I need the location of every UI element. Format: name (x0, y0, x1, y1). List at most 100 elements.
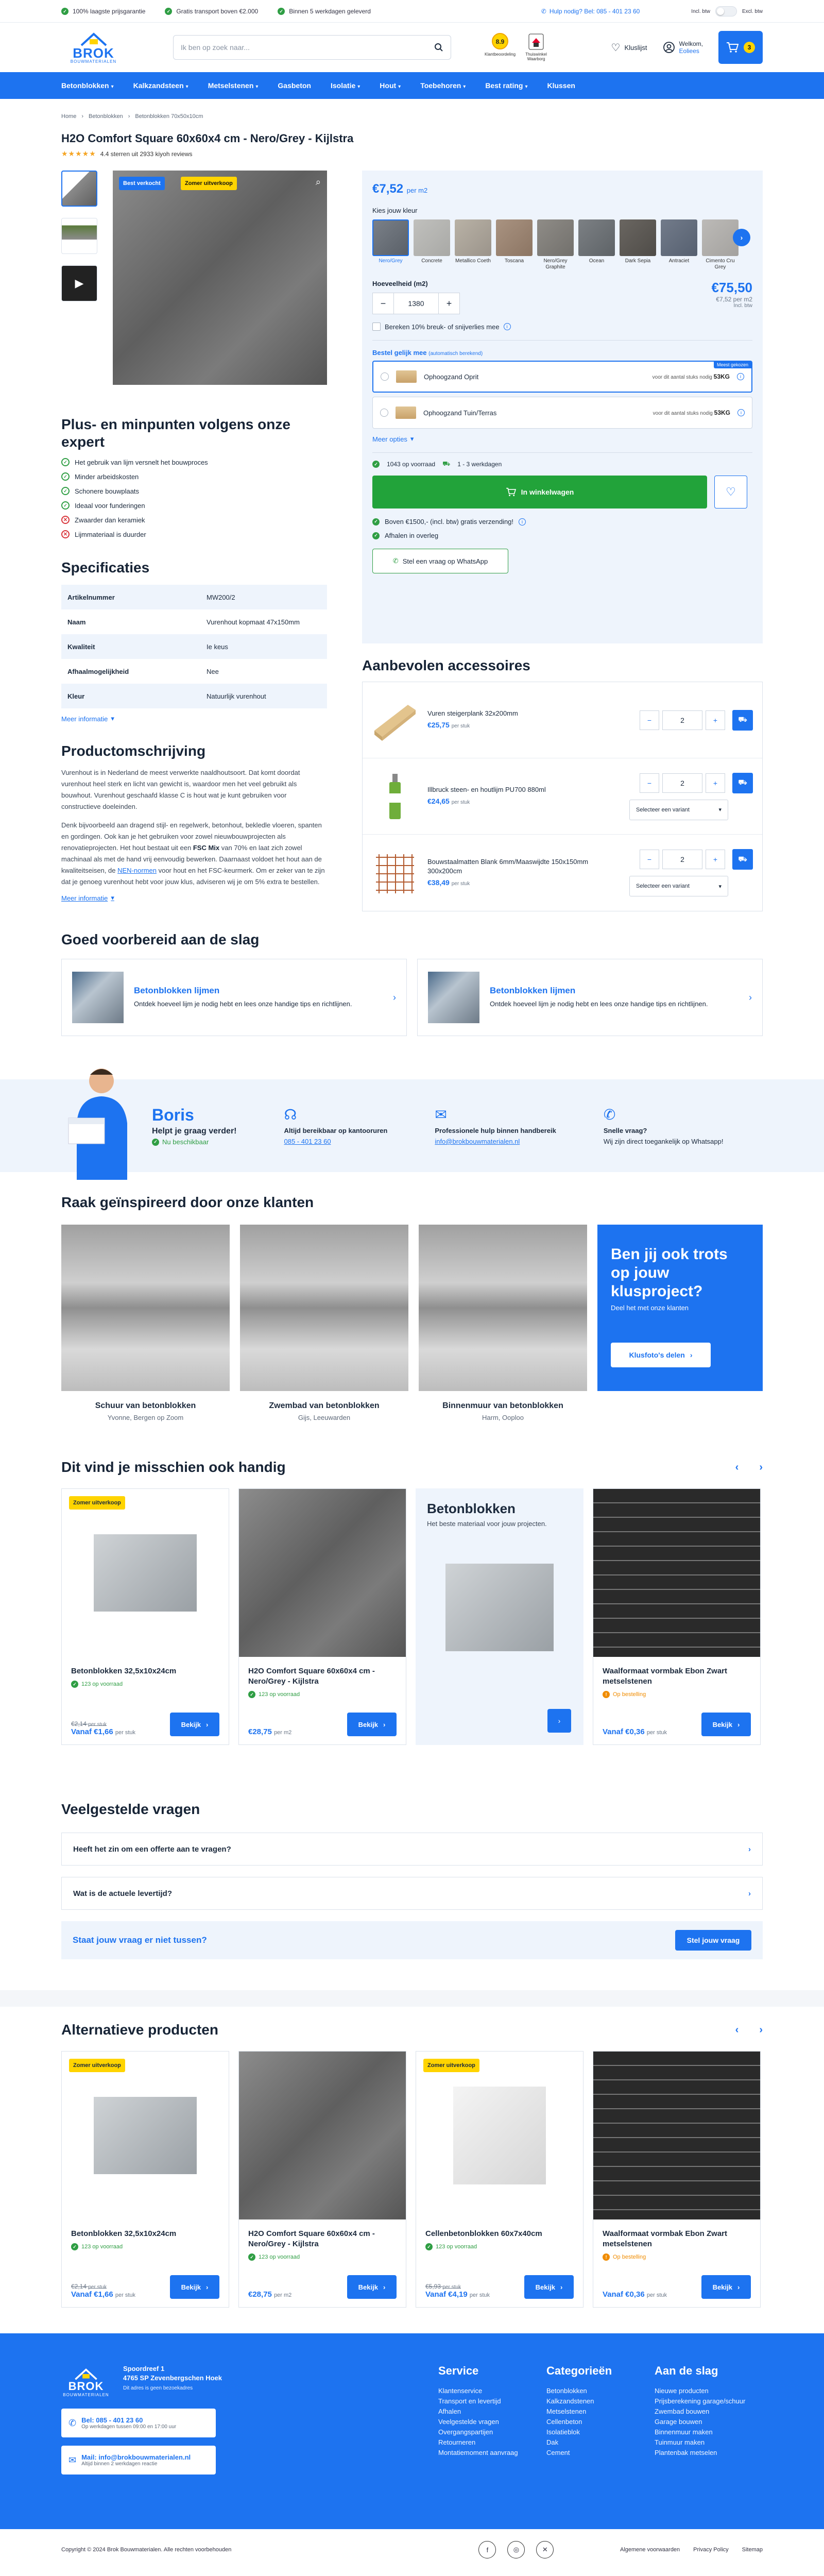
facebook-icon[interactable]: f (478, 2541, 496, 2558)
footer-logo[interactable]: BROK BOUWMATERIALEN (61, 2364, 111, 2400)
increase-button[interactable]: + (706, 773, 725, 793)
footer-link[interactable]: Klantenservice (438, 2386, 546, 2396)
nav-toebehoren[interactable]: Toebehoren ▾ (420, 81, 466, 90)
radio[interactable] (380, 409, 388, 417)
option-item[interactable]: Ophoogzand Tuin/Terras voor dit aantal s… (372, 397, 752, 429)
phone-link[interactable]: ✆ Hulp nodig? Bel: 085 - 401 23 60 (541, 8, 640, 15)
footer-link[interactable]: Transport en levertijd (438, 2396, 546, 2406)
color-option[interactable]: Nero/Grey (372, 219, 409, 270)
nav-kalkzandsteen[interactable]: Kalkzandsteen ▾ (133, 81, 188, 90)
product-card[interactable]: H2O Comfort Square 60x60x4 cm - Nero/Gre… (238, 1488, 406, 1745)
search-icon[interactable] (434, 43, 443, 52)
guide-card[interactable]: Betonblokken lijmen Ontdek hoeveel lijm j… (61, 959, 407, 1036)
checkbox[interactable] (372, 323, 381, 331)
nav-gasbeton[interactable]: Gasbeton (278, 81, 311, 90)
info-icon[interactable]: i (737, 409, 745, 416)
quantity-input[interactable]: 2 (662, 773, 702, 793)
sitemap-link[interactable]: Sitemap (742, 2547, 763, 2553)
variant-select[interactable]: Selecteer een variant ▾ (629, 799, 728, 820)
footer-link[interactable]: Zwembad bouwen (655, 2406, 763, 2417)
footer-link[interactable]: Dak (546, 2437, 655, 2448)
cart-button[interactable]: 3 (718, 31, 763, 64)
info-icon[interactable]: i (503, 323, 511, 330)
privacy-link[interactable]: Privacy Policy (693, 2547, 728, 2553)
increase-button[interactable]: + (706, 850, 725, 869)
view-button[interactable]: Bekijk › (170, 1713, 219, 1736)
nav-isolatie[interactable]: Isolatie ▾ (331, 81, 360, 90)
product-card[interactable]: Zomer uitverkoop Cellenbetonblokken 60x7x… (416, 2051, 583, 2308)
share-photos-button[interactable]: Klusfoto's delen › (611, 1343, 711, 1367)
info-icon[interactable]: i (737, 373, 744, 380)
thumbnail-2[interactable] (61, 218, 97, 254)
view-button[interactable]: Bekijk › (701, 1713, 751, 1736)
ask-question-button[interactable]: Stel jouw vraag (675, 1930, 751, 1951)
service-phone-link[interactable]: 085 - 401 23 60 (284, 1138, 388, 1145)
variant-select[interactable]: Selecteer een variant ▾ (629, 876, 728, 896)
footer-link[interactable]: Cellenbeton (546, 2417, 655, 2427)
thumbnail-1[interactable] (61, 171, 97, 207)
nen-link[interactable]: NEN-normen (117, 867, 157, 874)
wishlist-button[interactable]: ♡ Kluslijst (611, 41, 647, 54)
quantity-input[interactable]: 2 (662, 850, 702, 869)
product-card[interactable]: Waalformaat vormbak Ebon Zwart metselste… (593, 2051, 761, 2308)
inspiration-card[interactable]: Zwembad van betonblokken Gijs, Leeuwarden (240, 1225, 408, 1421)
footer-link[interactable]: Overgangspartijen (438, 2427, 546, 2437)
info-icon[interactable]: i (519, 518, 526, 526)
zoom-icon[interactable]: ⌕ (316, 177, 321, 188)
guide-card[interactable]: Betonblokken lijmen Ontdek hoeveel lijm j… (417, 959, 763, 1036)
product-card[interactable]: Waalformaat vormbak Ebon Zwart metselste… (593, 1488, 761, 1745)
increase-button[interactable]: + (706, 710, 725, 730)
breadcrumb-home[interactable]: Home (61, 113, 76, 120)
view-button[interactable]: Bekijk › (347, 1713, 397, 1736)
breakage-checkbox[interactable]: Bereken 10% breuk- of snijverlies mee i (372, 323, 752, 331)
product-card[interactable]: Zomer uitverkoop Betonblokken 32,5x10x24c… (61, 1488, 229, 1745)
view-button[interactable]: Bekijk › (170, 2275, 219, 2299)
decrease-button[interactable]: − (372, 293, 394, 314)
nav-klussen[interactable]: Klussen (547, 81, 575, 90)
account-button[interactable]: Welkom, Eoliees (663, 40, 703, 55)
view-button[interactable]: Bekijk › (701, 2275, 751, 2299)
color-option[interactable]: Concrete (414, 219, 450, 270)
footer-link[interactable]: Betonblokken (546, 2386, 655, 2396)
view-button[interactable]: Bekijk › (524, 2275, 574, 2299)
faq-item[interactable]: Wat is de actuele levertijd? › (61, 1877, 763, 1910)
thumbnail-video[interactable]: ▶ (61, 265, 97, 301)
more-options-link[interactable]: Meer opties ▾ (372, 435, 752, 443)
color-option[interactable]: Toscana (496, 219, 533, 270)
promo-button[interactable]: › (547, 1709, 571, 1733)
footer-link[interactable]: Nieuwe producten (655, 2386, 763, 2396)
promo-card[interactable]: Betonblokken Het beste materiaal voor jou… (416, 1488, 583, 1745)
quantity-input[interactable]: 1380 (394, 293, 438, 314)
footer-link[interactable]: Kalkzandstenen (546, 2396, 655, 2406)
color-option[interactable]: Metallico Coeth (455, 219, 491, 270)
decrease-button[interactable]: − (640, 850, 659, 869)
nav-best-rating[interactable]: Best rating ▾ (485, 81, 527, 90)
footer-phone[interactable]: ✆ Bel: 085 - 401 23 60 Op werkdagen tussen… (61, 2409, 216, 2437)
footer-link[interactable]: Cement (546, 2448, 655, 2458)
colors-next-button[interactable]: › (733, 229, 750, 246)
instagram-icon[interactable]: ◎ (507, 2541, 525, 2558)
inspiration-card[interactable]: Schuur van betonblokken Yvonne, Bergen op… (61, 1225, 230, 1421)
footer-link[interactable]: Veelgestelde vragen (438, 2417, 546, 2427)
chevron-right-icon[interactable]: › (759, 2024, 763, 2036)
service-mail-link[interactable]: info@brokbouwmaterialen.nl (435, 1138, 556, 1145)
footer-mail[interactable]: ✉ Mail: info@brokbouwmaterialen.nl Altijd … (61, 2446, 216, 2475)
add-to-cart-button[interactable]: In winkelwagen (372, 476, 707, 509)
terms-link[interactable]: Algemene voorwaarden (620, 2547, 680, 2553)
inspiration-card[interactable]: Binnenmuur van betonblokken Harm, Ooploo (419, 1225, 587, 1421)
footer-link[interactable]: Metselstenen (546, 2406, 655, 2417)
product-card[interactable]: Zomer uitverkoop Betonblokken 32,5x10x24c… (61, 2051, 229, 2308)
footer-link[interactable]: Isolatieblok (546, 2427, 655, 2437)
chevron-right-icon[interactable]: › (759, 1462, 763, 1473)
color-option[interactable]: Ocean (578, 219, 615, 270)
footer-link[interactable]: Binnenmuur maken (655, 2427, 763, 2437)
vat-toggle[interactable] (715, 6, 737, 16)
color-option[interactable]: Cimento Cru Grey (702, 219, 739, 270)
specs-more-link[interactable]: Meer informatie ▾ (61, 715, 327, 723)
option-item[interactable]: Meest gekozen Ophoogzand Oprit voor dit … (372, 361, 752, 393)
nav-hout[interactable]: Hout ▾ (380, 81, 401, 90)
x-icon[interactable]: ✕ (536, 2541, 554, 2558)
radio[interactable] (381, 372, 389, 381)
footer-link[interactable]: Tuinmuur maken (655, 2437, 763, 2448)
faq-item[interactable]: Heeft het zin om een offerte aan te vrag… (61, 1833, 763, 1866)
